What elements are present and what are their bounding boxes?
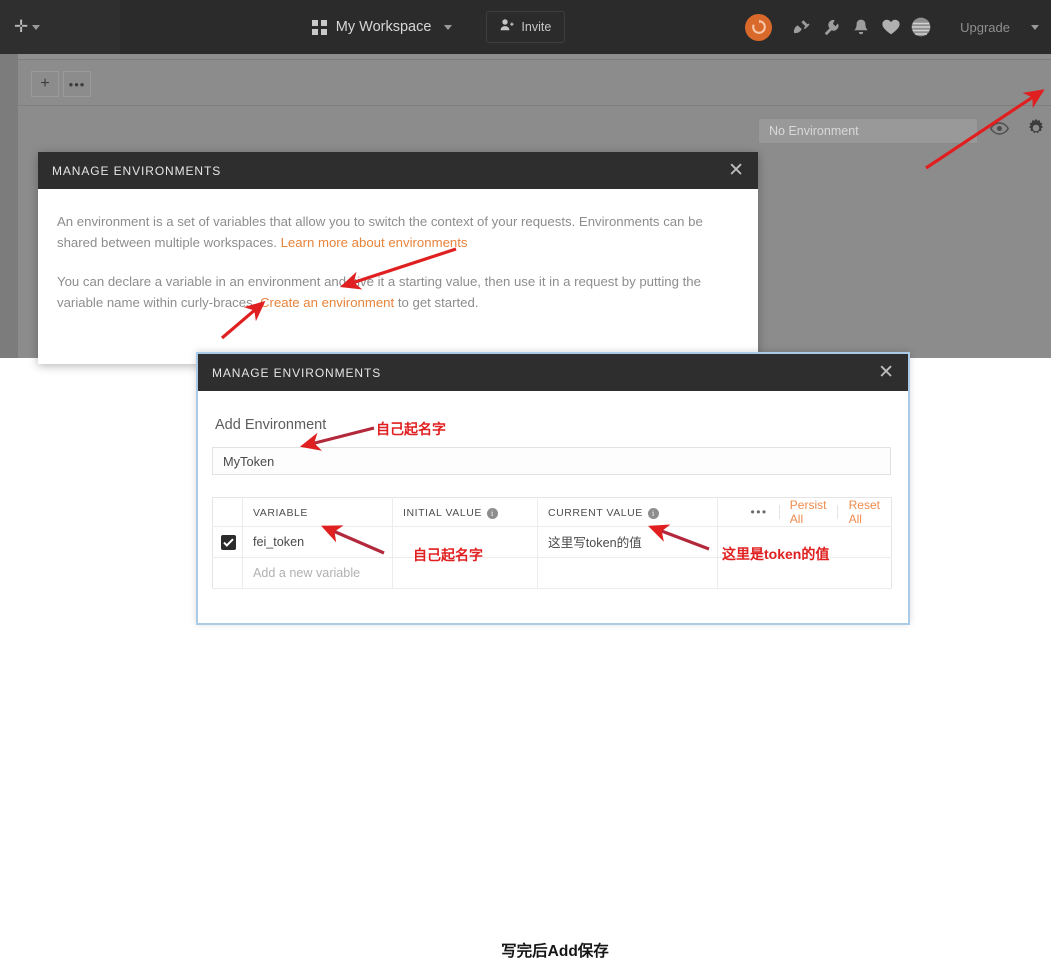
persist-all-button[interactable]: Persist All (779, 498, 838, 526)
plus-icon: ✛ (14, 20, 28, 34)
manage-environments-button[interactable] (1022, 116, 1050, 144)
add-environment-dialog: MANAGE ENVIRONMENTS ✕ Add Environment My… (196, 352, 910, 625)
add-person-icon (500, 18, 514, 36)
new-variable-placeholder: Add a new variable (253, 566, 360, 580)
add-to-save-note-wrap: 写完后Add保存 (198, 939, 912, 961)
app-header: ✛ My Workspace Invite (0, 0, 1051, 54)
name-it-yourself-annotation-2: 自己起名字 (413, 545, 483, 565)
row-current-value-cell[interactable]: 这里写token的值 (538, 527, 718, 558)
workspace-switcher[interactable]: My Workspace (300, 13, 465, 41)
satellite-icon[interactable] (786, 18, 816, 37)
invite-label: Invite (521, 20, 551, 34)
section-label: Add Environment (215, 417, 894, 433)
header-initial-value-label: INITIAL VALUE (403, 507, 482, 519)
header-current-value-label: CURRENT VALUE (548, 507, 643, 519)
row-enable-cell[interactable] (213, 527, 243, 558)
intro-text-3: to get started. (394, 295, 478, 310)
new-tab-button[interactable]: + (31, 71, 59, 97)
request-tabstrip: + ••• (18, 60, 1051, 106)
table-header-row: VARIABLE INITIAL VALUE i CURRENT VALUE i (213, 498, 892, 527)
upgrade-button[interactable]: Upgrade (948, 14, 1022, 41)
token-value-annotation: 这里是token的值 (722, 544, 829, 564)
intro-paragraph-2: You can declare a variable in an environ… (57, 271, 739, 313)
newrow-variable-cell[interactable]: Add a new variable (243, 558, 393, 589)
row-variable-cell[interactable]: fei_token (243, 527, 393, 558)
reset-all-button[interactable]: Reset All (838, 498, 891, 526)
workspace-label: My Workspace (336, 19, 432, 35)
grid-icon (312, 20, 327, 35)
variables-table: VARIABLE INITIAL VALUE i CURRENT VALUE i (212, 497, 892, 589)
dialog-body: An environment is a set of variables tha… (38, 189, 758, 364)
bell-icon[interactable] (846, 18, 876, 37)
sync-icon[interactable] (745, 14, 772, 41)
dialog-title: MANAGE ENVIRONMENTS (52, 164, 728, 178)
header-enable-cell (213, 498, 243, 527)
dialog-header: MANAGE ENVIRONMENTS ✕ (38, 152, 758, 189)
info-icon[interactable]: i (648, 508, 659, 519)
environment-selected-label: No Environment (769, 124, 959, 138)
info-icon[interactable]: i (487, 508, 498, 519)
create-environment-link[interactable]: Create an environment (260, 295, 394, 310)
new-button[interactable]: ✛ (14, 20, 40, 34)
wrench-icon[interactable] (816, 18, 846, 37)
plus-icon: + (40, 75, 49, 93)
left-rail (0, 54, 18, 358)
newrow-current-value-cell[interactable] (538, 558, 718, 589)
name-it-yourself-annotation-1: 自己起名字 (376, 419, 446, 439)
header-right: Upgrade (745, 14, 1051, 41)
newrow-enable-cell[interactable] (213, 558, 243, 589)
header-center: My Workspace Invite (120, 11, 745, 43)
intro-paragraph-1: An environment is a set of variables tha… (57, 211, 739, 253)
gear-icon (1025, 117, 1047, 144)
invite-button[interactable]: Invite (486, 11, 565, 43)
dialog2-header: MANAGE ENVIRONMENTS ✕ (198, 354, 908, 391)
more-options-button[interactable]: ••• (751, 505, 779, 519)
heart-icon[interactable] (876, 18, 906, 36)
header-variable-label: VARIABLE (253, 507, 308, 519)
ellipsis-icon: ••• (69, 77, 86, 92)
eye-icon (990, 122, 1009, 140)
dialog2-title: MANAGE ENVIRONMENTS (212, 366, 878, 380)
header-initial-value: INITIAL VALUE i (393, 498, 538, 527)
environment-quicklook-button[interactable] (986, 118, 1012, 144)
row-current-value: 这里写token的值 (548, 536, 642, 550)
more-tabs-button[interactable]: ••• (63, 71, 91, 97)
close-icon[interactable]: ✕ (728, 161, 744, 180)
chevron-down-icon (959, 129, 967, 134)
manage-environments-dialog-back: MANAGE ENVIRONMENTS ✕ An environment is … (38, 152, 758, 364)
learn-more-link[interactable]: Learn more about environments (281, 235, 468, 250)
new-button-group: ✛ (0, 0, 120, 54)
environment-selector[interactable]: No Environment (758, 118, 978, 144)
checkbox-checked-icon[interactable] (221, 535, 236, 550)
header-variable: VARIABLE (243, 498, 393, 527)
chevron-down-icon (444, 25, 452, 30)
chevron-down-icon (32, 25, 40, 30)
close-icon[interactable]: ✕ (878, 363, 894, 382)
header-current-value: CURRENT VALUE i (538, 498, 718, 527)
chevron-down-icon[interactable] (1031, 25, 1039, 30)
environment-name-input[interactable]: MyToken (212, 447, 891, 475)
row-variable-value: fei_token (253, 535, 304, 549)
add-to-save-annotation: 写完后Add保存 (501, 943, 609, 960)
globe-icon[interactable] (906, 16, 936, 38)
header-actions: ellipsis-icon ••• Persist All Reset All (718, 498, 892, 527)
